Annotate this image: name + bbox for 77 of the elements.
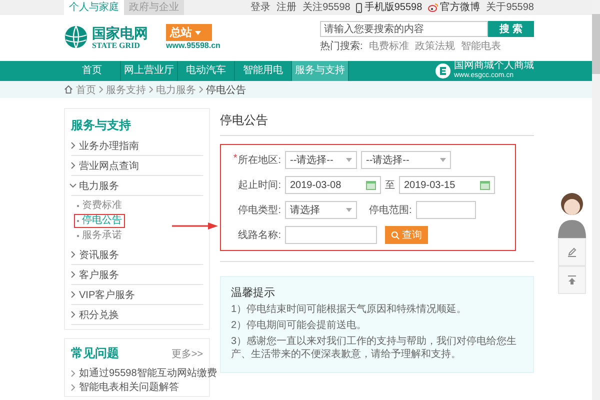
page-title: 停电公告: [220, 112, 269, 129]
site-switch-button[interactable]: 总站: [166, 24, 212, 41]
site-url: www.95598.cn: [166, 41, 220, 50]
up-arrow-icon: [567, 275, 577, 285]
tip-text: 2）停电期间可能会提前送电。: [231, 319, 368, 332]
back-to-top-button[interactable]: [558, 266, 586, 294]
annotation-arrow: [172, 222, 218, 230]
sidebar-item[interactable]: 营业网点查询: [79, 158, 139, 172]
search-field[interactable]: 请输入您要搜索的内容: [320, 21, 488, 37]
faq-title: 常见问题: [71, 345, 119, 362]
search-button[interactable]: 搜 索: [488, 21, 534, 37]
logo-name: 国家电网: [92, 24, 148, 40]
region-select[interactable]: --请选择--: [361, 151, 451, 169]
tip-text: 1）停电结束时间可能根据天气原因和特殊情况顺延。: [231, 303, 468, 316]
sidebar-item[interactable]: 电力服务: [79, 178, 119, 192]
tips-title: 温馨提示: [231, 286, 276, 300]
phone-icon: [356, 2, 362, 12]
required-mark: *: [233, 153, 238, 166]
top-tab[interactable]: 个人与家庭: [64, 0, 124, 15]
sidebar-subitem[interactable]: 停电公告: [75, 214, 124, 226]
sidebar-item[interactable]: 积分兑换: [79, 308, 119, 322]
chevron-icon: [149, 86, 153, 93]
field-label: 停电范围:: [369, 204, 412, 217]
caret-icon: [195, 30, 201, 34]
top-link[interactable]: 手机版95598: [364, 2, 422, 14]
sidebar-item[interactable]: 客户服务: [79, 268, 119, 282]
field-label: 线路名称:: [237, 228, 281, 242]
start-date-field[interactable]: 2019-03-08: [285, 176, 381, 194]
sidebar-item[interactable]: 资讯服务: [79, 248, 119, 262]
date-separator: 至: [385, 179, 395, 192]
top-link[interactable]: 官方微博: [440, 2, 480, 14]
calendar-icon: [366, 180, 376, 190]
faq-link[interactable]: 如通过95598智能互动网站缴费: [79, 366, 217, 380]
caret-icon: [346, 158, 352, 162]
top-link[interactable]: 关注95598: [302, 2, 350, 14]
faq-link[interactable]: 智能电表相关问题解答: [79, 380, 179, 394]
globe-logo-icon: [64, 25, 88, 49]
home-icon: [64, 85, 73, 94]
breadcrumb-link[interactable]: 电力服务: [156, 82, 196, 96]
breadcrumb-link[interactable]: 停电公告: [206, 82, 246, 96]
field-label: 所在地区:: [238, 154, 281, 167]
logo-english-name: STATE GRID: [92, 40, 141, 50]
breadcrumb-link[interactable]: 首页: [76, 82, 96, 96]
top-link[interactable]: 登录: [250, 2, 271, 14]
chevron-icon: [99, 86, 103, 93]
tip-text: 3）感谢您一直以来对我们工作的支持与帮助，我们对停电给您生产、生活带来的不便深表歉意，请给予理解和支持。: [231, 335, 518, 361]
query-button[interactable]: 查询: [385, 226, 428, 244]
line-name-field[interactable]: [285, 226, 377, 244]
pencil-icon: [567, 247, 577, 257]
more-link[interactable]: 更多>>: [171, 346, 203, 360]
sidebar-item[interactable]: VIP客户服务: [79, 288, 136, 302]
hot-search-link[interactable]: 政策法规: [414, 39, 455, 53]
sidebar-subitem[interactable]: 资费标准: [75, 200, 124, 212]
caret-icon: [440, 158, 446, 162]
sidebar-subitem[interactable]: 服务承诺: [75, 230, 124, 242]
top-link[interactable]: 关于95598: [486, 2, 534, 14]
breadcrumb-link[interactable]: 服务支持: [106, 82, 146, 96]
edit-button[interactable]: [558, 238, 586, 266]
top-link[interactable]: 注册: [276, 2, 297, 14]
end-date-field[interactable]: 2019-03-15: [399, 176, 495, 194]
outage-range-field[interactable]: [416, 201, 476, 219]
outage-type-select[interactable]: 请选择: [285, 201, 357, 219]
nav-tab[interactable]: 服务与支持: [292, 61, 349, 81]
hot-search-label: 热门搜索:: [320, 40, 363, 53]
chevron-icon: [199, 86, 203, 93]
field-label: 起止时间:: [237, 178, 281, 192]
calendar-icon: [480, 180, 490, 190]
weibo-icon: [428, 3, 438, 12]
sidebar-title: 服务与支持: [71, 117, 132, 134]
field-label: 停电类型:: [237, 204, 281, 217]
region-select[interactable]: --请选择--: [285, 151, 357, 169]
top-tab[interactable]: 政府与企业: [124, 0, 184, 15]
hot-search-link[interactable]: 智能电表: [460, 39, 501, 53]
hot-search-link[interactable]: 电费标准: [368, 39, 409, 53]
caret-icon: [346, 208, 352, 212]
sidebar-item[interactable]: 业务办理指南: [79, 138, 139, 152]
search-icon: [391, 230, 400, 240]
